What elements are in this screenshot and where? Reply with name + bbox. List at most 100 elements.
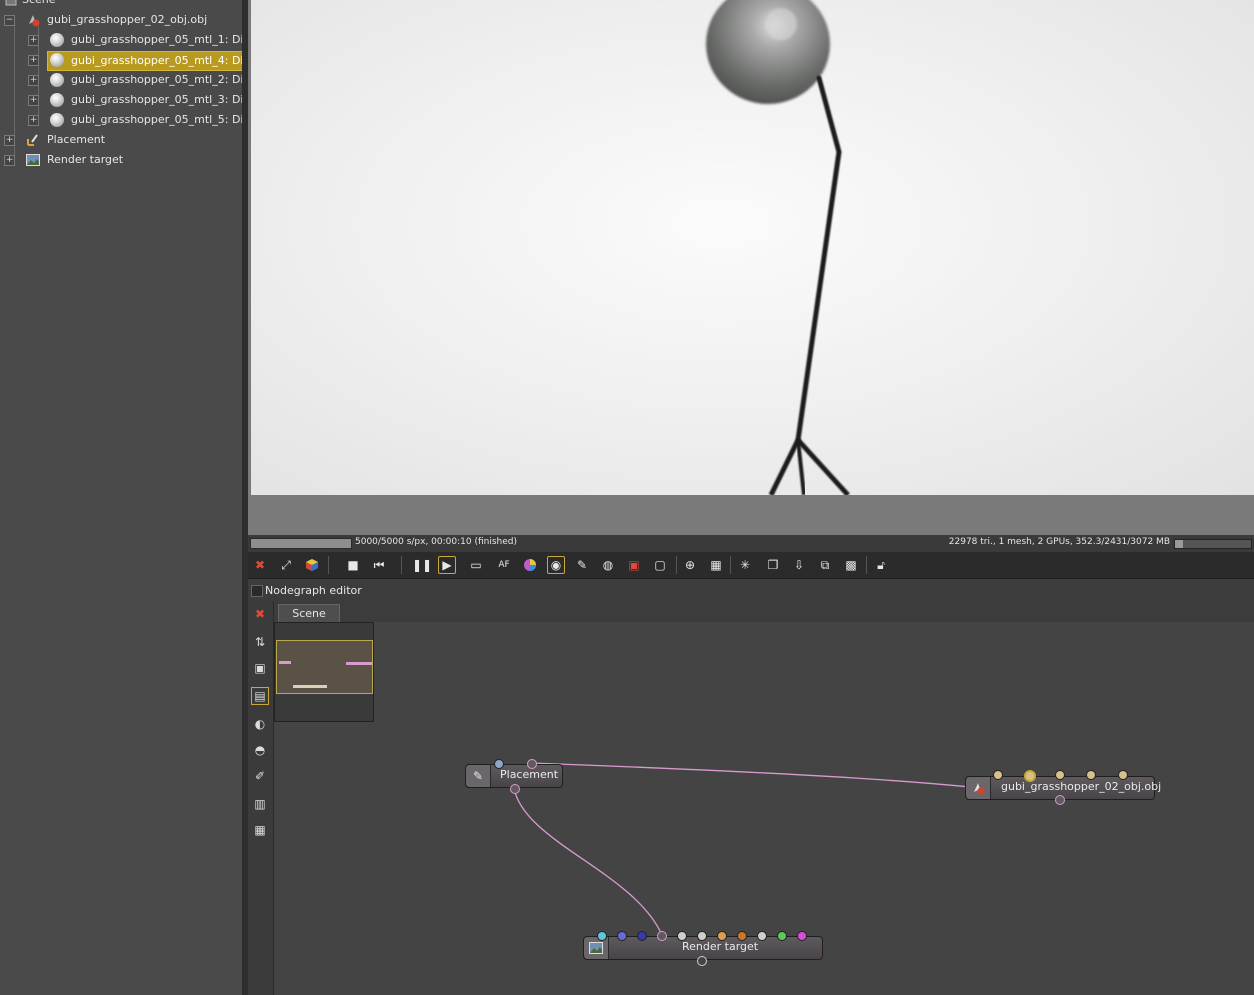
arrange-graph-icon[interactable]: ⇅ [251,633,269,651]
minimap-node [279,661,291,664]
fit-graph-icon[interactable]: ▣ [251,659,269,677]
tree-item-material[interactable]: + gubi_grasshopper_05_mtl_3: Diffuse [0,90,242,110]
node-input-pin[interactable] [617,931,627,941]
expand-icon[interactable]: + [4,135,15,146]
toolbar-separator [866,556,867,574]
add-mesh-icon[interactable]: ◐ [251,715,269,733]
grid-icon[interactable]: ▦ [251,821,269,839]
render-progress-text: 5000/5000 s/px, 00:00:10 (finished) [355,537,518,547]
save-image-icon[interactable]: ▩ [842,556,860,574]
node-input-pin[interactable] [527,759,537,769]
show-minimap-icon[interactable]: ▤ [251,687,269,705]
clipboard-icon[interactable]: ❐ [764,556,782,574]
expand-icon[interactable]: + [28,55,39,66]
expand-icon[interactable]: + [28,75,39,86]
node-input-pin[interactable] [597,931,607,941]
nodegraph-dock-checkbox[interactable] [251,585,263,597]
placement-icon: ✎ [466,765,491,787]
nodegraph-header: Nodegraph editor [248,581,1254,601]
tree-item-render-target[interactable]: + Render target [0,150,242,170]
color-picker-icon[interactable] [521,556,539,574]
node-input-pin[interactable] [993,770,1003,780]
node-input-pin[interactable] [494,759,504,769]
node-input-pin[interactable] [737,931,747,941]
pause-icon[interactable]: ❚❚ [412,556,432,574]
focus-picker-icon[interactable]: ◉ [547,556,565,574]
collapse-icon[interactable]: − [4,15,15,26]
tree-item-mesh[interactable]: − gubi_grasshopper_02_obj.obj [0,10,242,30]
tree-item-material[interactable]: + gubi_grasshopper_05_mtl_5: Diffuse [0,110,242,130]
render-viewport[interactable] [251,0,1254,495]
tree-item-label: gubi_grasshopper_05_mtl_1: Diffuse [71,33,242,46]
render-progress-bar [250,538,352,549]
restart-icon[interactable]: ⏮ [370,556,388,574]
export-icon[interactable]: ⇩ [790,556,808,574]
tree-item-material[interactable]: + gubi_grasshopper_05_mtl_1: Diffuse [0,30,242,50]
node-input-pin[interactable] [1055,770,1065,780]
object-picker-icon[interactable]: ◍ [599,556,617,574]
node-output-pin[interactable] [1055,795,1065,805]
toolbar-separator [328,556,329,574]
minimap-node [346,662,372,665]
af-icon[interactable]: AF [495,556,513,574]
tree-item-label: gubi_grasshopper_02_obj.obj [47,13,208,26]
node-input-pin[interactable] [677,931,687,941]
node-output-pin[interactable] [510,784,520,794]
clear-graph-icon[interactable]: ✖ [251,605,269,623]
copy-icon[interactable]: ⧉ [816,556,834,574]
node-input-pin[interactable] [777,931,787,941]
add-geometry-icon[interactable]: ▥ [251,795,269,813]
node-input-pin[interactable] [1086,770,1096,780]
node-label: Render target [682,940,759,953]
zoom-icon[interactable]: ⊕ [681,556,699,574]
tab-scene[interactable]: Scene [278,604,340,623]
link-placement-to-render-target [513,787,663,936]
node-input-pin[interactable] [717,931,727,941]
material-sphere-icon [50,93,64,107]
alpha-channel-icon[interactable]: ▦ [707,556,725,574]
lock-icon[interactable]: 🔓︎ [872,556,890,574]
tree-item-material[interactable]: + gubi_grasshopper_05_mtl_2: Diffuse [0,70,242,90]
material-picker-icon[interactable]: ✎ [573,556,591,574]
minimap-viewport[interactable] [276,640,373,694]
render-region-icon[interactable]: ▢ [651,556,669,574]
toolbar-separator [730,556,731,574]
render-toolbar: ✖ ⤢ ■ ⏮ ❚❚ ▶ ▭ AF ◉ ✎ ◍ ▣ ▢ ⊕ ▦ ✳ ❐ ⇩ ⧉ … [248,552,1254,579]
node-input-pin[interactable] [697,931,707,941]
node-input-pin[interactable] [1024,770,1036,782]
placement-icon [26,133,40,147]
mesh-icon [26,13,40,27]
tree-item-placement[interactable]: + Placement [0,130,242,150]
material-sphere-icon [50,113,64,127]
node-output-pin[interactable] [697,956,707,966]
tree-item-label: Placement [47,133,106,146]
region-picker-icon[interactable]: ▣ [625,556,643,574]
expand-icon[interactable]: + [4,155,15,166]
sun-icon[interactable]: ✳ [736,556,754,574]
expand-icon[interactable]: + [28,35,39,46]
display-icon[interactable]: ▭ [467,556,485,574]
nodegraph-tab-bar: Scene [274,601,1254,623]
add-texture-icon[interactable]: ✐ [251,767,269,785]
tree-item-material-selected[interactable]: + gubi_grasshopper_05_mtl_4: Diffuse [0,50,242,71]
expand-icon[interactable]: + [28,95,39,106]
scene-stats-text: 22978 tri., 1 mesh, 2 GPUs, 352.3/2431/3… [948,537,1170,547]
add-material-icon[interactable]: ◓ [251,741,269,759]
reset-camera-icon[interactable]: ✖ [251,556,269,574]
nodegraph-minimap[interactable] [274,622,374,722]
node-input-pin[interactable] [1118,770,1128,780]
stop-icon[interactable]: ■ [344,556,362,574]
expand-icon[interactable]: + [28,115,39,126]
tree-root-label: Scene [22,0,56,10]
node-input-pin[interactable] [757,931,767,941]
node-input-pin[interactable] [657,931,667,941]
render-target-icon [584,937,609,959]
nodegraph-canvas[interactable]: ✎ Placement gubi_grasshopper_02_obj.obj … [274,622,1254,995]
recenter-view-icon[interactable]: ⤢ [277,556,295,574]
start-icon[interactable]: ▶ [438,556,456,574]
node-input-pin[interactable] [637,931,647,941]
viewport-cube-icon[interactable] [303,556,321,574]
render-status-bar: 5000/5000 s/px, 00:00:10 (finished) 2297… [248,535,1254,552]
node-input-pin[interactable] [797,931,807,941]
tree-item-label: gubi_grasshopper_05_mtl_2: Diffuse [71,73,242,86]
